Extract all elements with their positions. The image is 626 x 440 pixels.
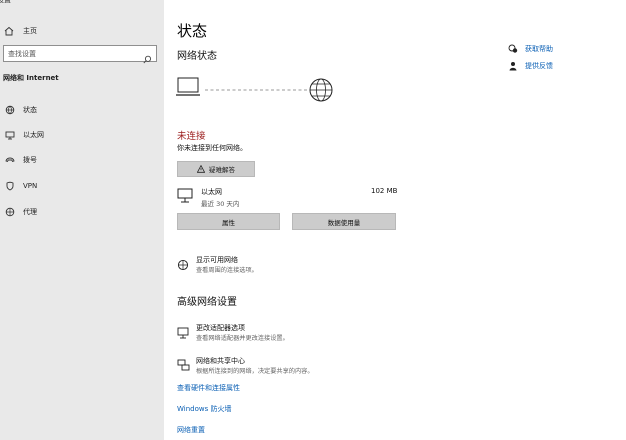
main-panel: 状态 网络状态 未连接 你未连接到任何网络。 疑难解答 以太网 最近 30 天内 [164, 0, 626, 440]
advanced-settings-heading: 高级网络设置 [177, 297, 237, 308]
properties-button[interactable]: 属性 [177, 213, 280, 230]
feedback-person-icon [508, 61, 520, 71]
firewall-link[interactable]: Windows 防火墙 [177, 404, 231, 414]
show-networks-icon[interactable] [177, 256, 189, 275]
sidebar-item-label: VPN [23, 182, 38, 190]
troubleshoot-button[interactable]: 疑难解答 [177, 161, 255, 177]
feedback-link[interactable]: 提供反馈 [508, 61, 553, 71]
page-title: 状态 [177, 22, 208, 40]
internet-globe-icon [309, 78, 333, 102]
sidebar: 设置 主页 网络和 Internet 状态 以太网 拨号 VPN [0, 0, 164, 440]
sidebar-item-status[interactable]: 状态 [4, 103, 37, 117]
globe-icon [4, 207, 16, 217]
ethernet-name: 以太网 [201, 188, 222, 196]
sidebar-item-proxy[interactable]: 代理 [4, 205, 37, 219]
laptop-icon [176, 77, 200, 96]
sharing-center-link[interactable]: 网络和共享中心 [196, 356, 245, 366]
home-link[interactable]: 主页 [4, 24, 37, 38]
sidebar-item-label: 以太网 [23, 131, 44, 139]
adapter-icon[interactable] [177, 324, 190, 343]
window-title: 设置 [0, 0, 11, 4]
data-usage-button[interactable]: 数据使用量 [292, 213, 396, 230]
show-networks-link[interactable]: 显示可用网络 [196, 255, 238, 265]
network-diagram [176, 74, 336, 108]
sidebar-item-vpn[interactable]: VPN [4, 179, 37, 193]
dialup-icon [4, 155, 16, 165]
ethernet-usage: 102 MB [371, 187, 398, 195]
home-icon [4, 26, 16, 36]
sidebar-item-label: 拨号 [23, 156, 37, 164]
hardware-properties-link[interactable]: 查看硬件和连接属性 [177, 383, 240, 393]
sharing-center-icon[interactable] [177, 357, 190, 376]
sidebar-item-dialup[interactable]: 拨号 [4, 153, 37, 167]
home-label: 主页 [23, 27, 37, 35]
get-help-link[interactable]: 获取帮助 [508, 44, 553, 54]
section-label: 网络和 Internet [3, 74, 59, 82]
sidebar-item-label: 代理 [23, 208, 37, 216]
sidebar-item-ethernet[interactable]: 以太网 [4, 128, 44, 142]
adapter-options-desc: 查看网络适配器并更改连接设置。 [196, 335, 289, 342]
ethernet-monitor-icon [177, 188, 195, 208]
search-input[interactable] [8, 48, 136, 59]
get-help-label: 获取帮助 [525, 45, 553, 53]
help-chat-icon [508, 44, 520, 54]
sidebar-item-label: 状态 [23, 106, 37, 114]
troubleshoot-label: 疑难解答 [209, 166, 235, 174]
connection-status-desc: 你未连接到任何网络。 [177, 144, 247, 152]
vpn-icon [4, 181, 16, 191]
network-reset-link[interactable]: 网络重置 [177, 425, 205, 435]
search-box[interactable] [3, 45, 157, 64]
connection-status: 未连接 [177, 131, 206, 142]
search-icon[interactable] [143, 49, 152, 68]
feedback-label: 提供反馈 [525, 62, 553, 70]
adapter-options-link[interactable]: 更改适配器选项 [196, 323, 245, 333]
show-networks-desc: 查看周围的连接选项。 [196, 267, 258, 274]
ethernet-icon [4, 130, 16, 140]
network-status-heading: 网络状态 [177, 51, 217, 62]
warning-icon [197, 165, 205, 173]
ethernet-period: 最近 30 天内 [201, 200, 240, 208]
home-globe-icon [4, 105, 16, 115]
sharing-center-desc: 根据所连接到的网络，决定要共享的内容。 [196, 368, 314, 375]
